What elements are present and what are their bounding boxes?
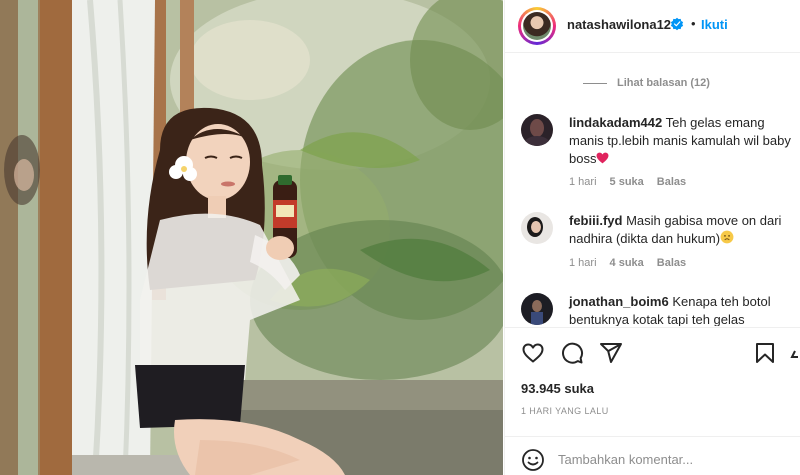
comment-text: jonathan_boim6 Kenapa teh botol bentukny… (569, 293, 791, 326)
overflow-icon[interactable] (789, 341, 800, 365)
comment-time: 1 hari (569, 257, 597, 269)
emoji-icon[interactable] (521, 448, 545, 472)
comment-meta: 1 hari 5 suka Balas (569, 176, 699, 188)
view-replies-button[interactable]: Lihat balasan (12) (583, 77, 710, 89)
replies-divider (583, 82, 607, 84)
comment-icon[interactable] (560, 341, 584, 365)
header-separator: • (691, 16, 696, 31)
heart-icon[interactable] (521, 341, 545, 365)
comment-likes[interactable]: 4 suka (610, 257, 644, 269)
author-avatar[interactable] (518, 7, 556, 45)
post-image (0, 0, 503, 475)
sad-face-icon (720, 230, 734, 244)
post-photo[interactable] (0, 0, 503, 475)
author-username[interactable]: natashawilona12 (567, 17, 671, 32)
post-timestamp: 1 HARI YANG LALU (521, 406, 609, 416)
comment-meta: 1 hari 4 suka Balas (569, 257, 699, 269)
commenter-username[interactable]: febiii.fyd (569, 213, 622, 228)
comments-list[interactable]: Lihat balasan (12) lindakadam442 Teh gel… (505, 54, 800, 326)
commenter-avatar[interactable] (521, 212, 553, 244)
comment-item: febiii.fyd Masih gabisa move on dari nad… (521, 212, 791, 282)
comment-item: lindakadam442 Teh gelas emang manis tp.l… (521, 114, 791, 194)
red-heart-icon (597, 152, 609, 164)
verified-badge-icon (670, 17, 684, 31)
share-icon[interactable] (599, 341, 623, 365)
commenter-avatar[interactable] (521, 293, 553, 325)
commenter-avatar[interactable] (521, 114, 553, 146)
add-comment-bar (505, 436, 800, 475)
comment-likes[interactable]: 5 suka (610, 176, 644, 188)
commenter-username[interactable]: lindakadam442 (569, 115, 662, 130)
comment-text: lindakadam442 Teh gelas emang manis tp.l… (569, 114, 791, 168)
commenter-username[interactable]: jonathan_boim6 (569, 294, 669, 309)
reply-button[interactable]: Balas (657, 257, 686, 269)
follow-button[interactable]: Ikuti (701, 17, 728, 32)
comment-time: 1 hari (569, 176, 597, 188)
post-header: natashawilona12 • Ikuti (505, 0, 800, 53)
post-side-panel: natashawilona12 • Ikuti Lihat balasan (1… (504, 0, 800, 475)
comment-input[interactable] (558, 448, 788, 470)
comment-item: jonathan_boim6 Kenapa teh botol bentukny… (521, 293, 791, 326)
view-replies-label: Lihat balasan (12) (617, 77, 710, 89)
comment-text: febiii.fyd Masih gabisa move on dari nad… (569, 212, 791, 248)
likes-count[interactable]: 93.945 suka (521, 381, 594, 396)
action-bar (505, 327, 800, 377)
reply-button[interactable]: Balas (657, 176, 686, 188)
bookmark-icon[interactable] (753, 341, 777, 365)
